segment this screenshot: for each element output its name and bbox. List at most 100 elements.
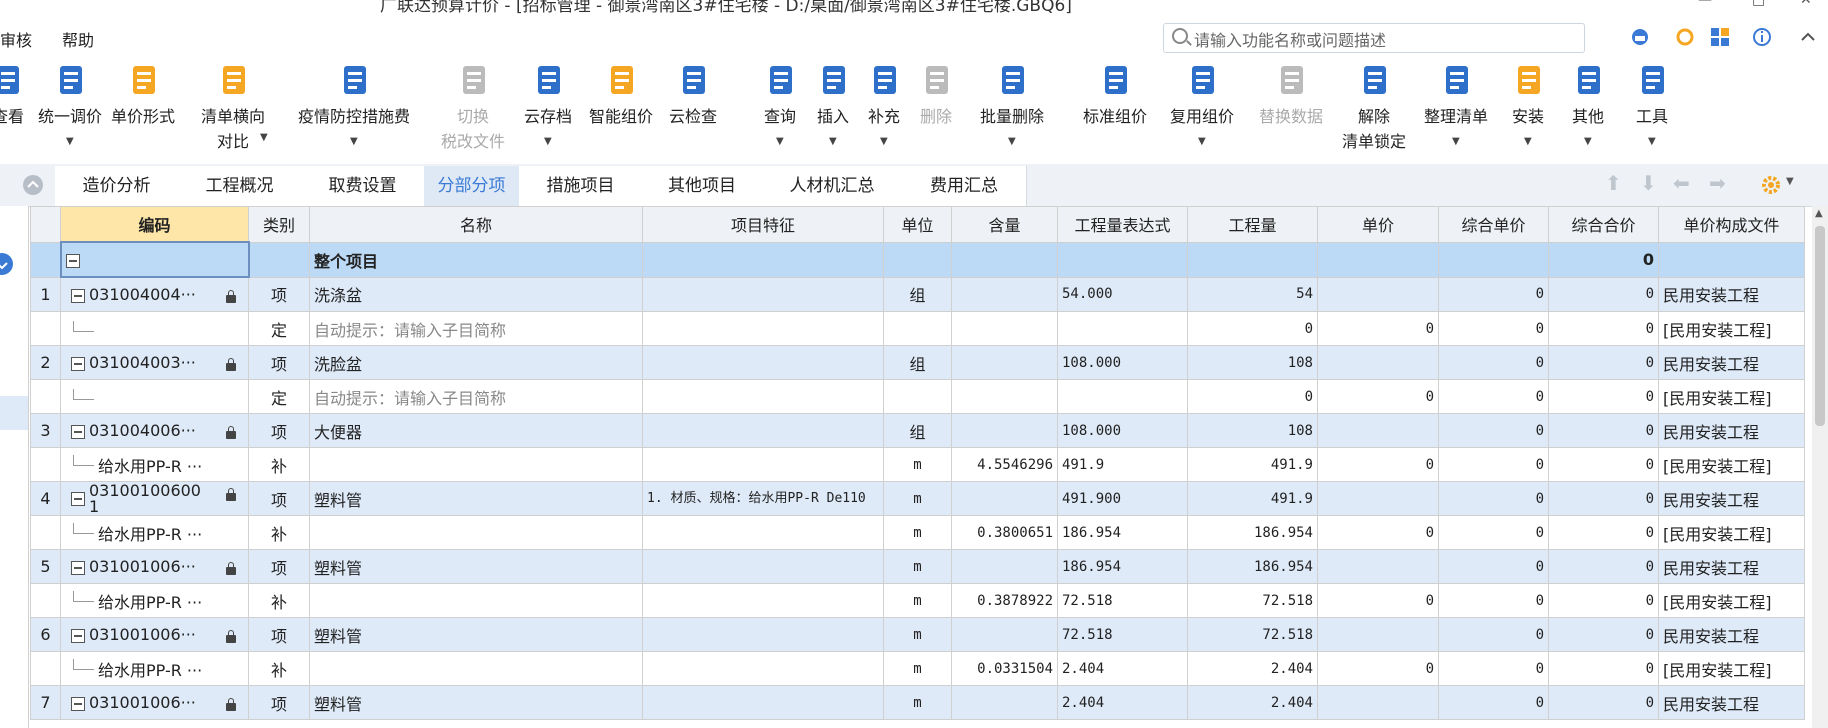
cell-qty[interactable]: 108: [1187, 413, 1318, 448]
cell-qty[interactable]: 108: [1187, 345, 1318, 380]
move-down-icon[interactable]: ⬇: [1640, 171, 1657, 195]
code-cell[interactable]: 031001006···: [60, 685, 249, 720]
table-row[interactable]: 3 031004006··· 项大便器组 108.000 108 0 0 民用安装工程: [30, 413, 1805, 448]
menu-item-help[interactable]: 帮助: [62, 27, 94, 51]
table-row[interactable]: 定自动提示：请输入子目简称 0 0 0 0 [民用安装工程]: [30, 311, 1805, 346]
dropdown-arrow-icon[interactable]: ▼: [1008, 136, 1016, 147]
collapse-icon[interactable]: [71, 628, 85, 643]
move-right-icon[interactable]: ➡: [1709, 171, 1726, 195]
tab-6[interactable]: 人材机汇总: [762, 166, 903, 206]
toolbar-button-20[interactable]: 其他 ▼: [1563, 56, 1613, 162]
toolbar-button-6[interactable]: 云存档 ▼: [518, 56, 578, 162]
toolbar-button-18[interactable]: 整理清单 ▼: [1414, 56, 1498, 162]
cell-feature[interactable]: [642, 413, 884, 448]
maximize-icon[interactable]: □: [1752, 0, 1765, 8]
col-header-quantity[interactable]: 工程量: [1187, 206, 1318, 243]
root-name[interactable]: 整个项目: [309, 241, 643, 278]
collapse-ribbon-icon[interactable]: [1798, 27, 1818, 47]
code-cell[interactable]: 给水用PP-R ···: [60, 447, 249, 482]
collapse-panel-icon[interactable]: [22, 174, 44, 196]
cell-name[interactable]: 塑料管: [309, 685, 643, 720]
col-header-expression[interactable]: 工程量表达式: [1057, 206, 1188, 243]
cell-price[interactable]: [1317, 685, 1439, 720]
toolbar-button-2[interactable]: 单价形式: [106, 56, 180, 162]
cell-name[interactable]: 自动提示：请输入子目简称: [309, 379, 643, 414]
cell-expr[interactable]: 2.404: [1057, 685, 1188, 720]
toolbar-button-13[interactable]: 批量删除 ▼: [970, 56, 1054, 162]
dropdown-arrow-icon[interactable]: ▼: [260, 132, 268, 143]
headset-icon[interactable]: [1630, 27, 1650, 47]
col-header-price[interactable]: 单价: [1317, 206, 1439, 243]
col-header-feature[interactable]: 项目特征: [642, 206, 884, 243]
dropdown-arrow-icon[interactable]: ▼: [1584, 136, 1592, 147]
code-cell[interactable]: 031004006···: [60, 413, 249, 448]
code-cell[interactable]: [60, 311, 249, 346]
table-row[interactable]: 7 031001006··· 项塑料管 m 2.404 2.404 0 0 民用安装工程: [30, 685, 1805, 720]
tab-7[interactable]: 费用汇总: [902, 166, 1027, 206]
cell-qty[interactable]: 186.954: [1187, 515, 1318, 550]
toolbar-button-1[interactable]: 统一调价 ▼: [33, 56, 107, 162]
cell-name[interactable]: [309, 515, 643, 550]
cell-feature[interactable]: [642, 617, 884, 652]
cell-qty[interactable]: 491.9: [1187, 447, 1318, 482]
cell-qty[interactable]: 2.404: [1187, 651, 1318, 686]
table-row[interactable]: 给水用PP-R ··· 补 m 0.0331504 2.404 2.404 0 0 0 [民用安装…: [30, 651, 1805, 686]
toolbar-button-3[interactable]: 清单横向 对比 ▼: [196, 56, 270, 162]
move-up-icon[interactable]: ⬆: [1605, 171, 1622, 195]
table-row[interactable]: 4 03100100600 1 项塑料管 1. 材质、规格：给水用PP-R De110…: [30, 481, 1805, 516]
code-cell[interactable]: 给水用PP-R ···: [60, 515, 249, 550]
chevron-down-icon[interactable]: ▼: [1786, 176, 1794, 187]
cell-qty[interactable]: 2.404: [1187, 685, 1318, 720]
toolbar-button-12[interactable]: 删除: [914, 56, 958, 162]
col-header-category[interactable]: 类别: [248, 206, 310, 243]
info-icon[interactable]: [1752, 27, 1772, 47]
toolbar-button-19[interactable]: 安装 ▼: [1503, 56, 1553, 162]
cell-price[interactable]: 0: [1317, 651, 1439, 686]
toolbar-button-15[interactable]: 复用组价 ▼: [1160, 56, 1244, 162]
cell-feature[interactable]: [642, 515, 884, 550]
code-cell[interactable]: 给水用PP-R ···: [60, 583, 249, 618]
cell-feature[interactable]: [642, 276, 884, 312]
toolbar-button-10[interactable]: 插入 ▼: [811, 56, 855, 162]
dropdown-arrow-icon[interactable]: ▼: [66, 136, 74, 147]
toolbar-button-16[interactable]: 替换数据: [1249, 56, 1333, 162]
toolbar-button-9[interactable]: 查询 ▼: [758, 56, 802, 162]
scrollbar-thumb[interactable]: [1815, 226, 1825, 426]
toolbar-button-0[interactable]: 查看: [0, 56, 24, 162]
cell-expr[interactable]: 2.404: [1057, 651, 1188, 686]
dropdown-arrow-icon[interactable]: ▼: [1452, 136, 1460, 147]
collapse-icon[interactable]: [71, 288, 85, 303]
cell-qty[interactable]: 72.518: [1187, 617, 1318, 652]
col-header-ratio[interactable]: 含量: [951, 206, 1058, 243]
col-header-code[interactable]: 编码: [60, 206, 249, 243]
close-icon[interactable]: ✕: [1800, 0, 1812, 8]
collapse-icon[interactable]: [71, 424, 85, 439]
toolbar-button-11[interactable]: 补充 ▼: [862, 56, 906, 162]
move-left-icon[interactable]: ⬅: [1673, 171, 1690, 195]
tab-1[interactable]: 工程概况: [178, 166, 302, 206]
cell-name[interactable]: 自动提示：请输入子目简称: [309, 311, 643, 346]
cell-expr[interactable]: 491.9: [1057, 447, 1188, 482]
cell-price[interactable]: 0: [1317, 379, 1439, 414]
cell-price[interactable]: [1317, 413, 1439, 448]
cell-price[interactable]: 0: [1317, 583, 1439, 618]
toolbar-button-21[interactable]: 工具 ▼: [1626, 56, 1678, 162]
table-row[interactable]: 给水用PP-R ··· 补 m 0.3878922 72.518 72.518 0 0 0 [民用…: [30, 583, 1805, 618]
toolbar-button-14[interactable]: 标准组价: [1073, 56, 1157, 162]
col-header-unit[interactable]: 单位: [883, 206, 952, 243]
collapse-icon[interactable]: [65, 253, 80, 268]
cell-expr[interactable]: 186.954: [1057, 515, 1188, 550]
cell-name[interactable]: 塑料管: [309, 617, 643, 652]
cell-name[interactable]: [309, 651, 643, 686]
cell-price[interactable]: [1317, 345, 1439, 380]
cell-price[interactable]: 0: [1317, 515, 1439, 550]
code-cell[interactable]: 031001006···: [60, 617, 249, 652]
table-row-root[interactable]: 整个项目 0: [30, 241, 1805, 278]
dropdown-arrow-icon[interactable]: ▼: [1648, 136, 1656, 147]
cell-price[interactable]: [1317, 276, 1439, 312]
code-cell[interactable]: 031004004···: [60, 276, 249, 312]
collapse-icon[interactable]: [71, 560, 85, 575]
cell-expr[interactable]: 72.518: [1057, 583, 1188, 618]
col-header-name[interactable]: 名称: [309, 206, 643, 243]
cell-price[interactable]: 0: [1317, 311, 1439, 346]
